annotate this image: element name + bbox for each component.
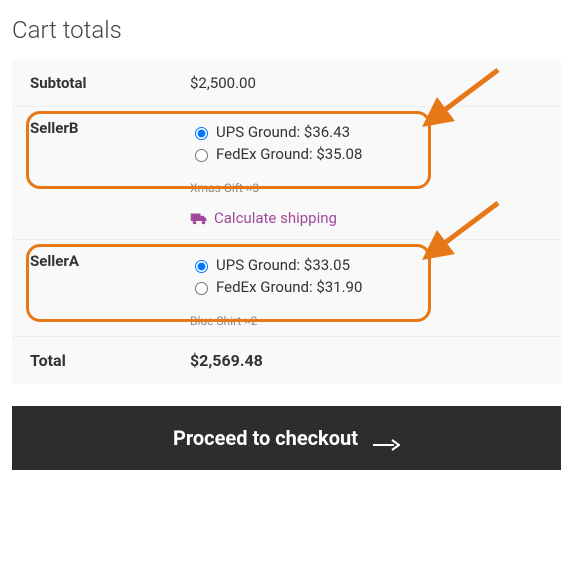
seller-b-block: SellerB UPS Ground: $36.43 FedEx Ground:… [12,107,561,240]
total-value: $2,569.48 [190,351,543,370]
items-note: Xmas Gift ×3 [190,181,543,195]
checkout-label: Proceed to checkout [173,426,358,450]
shipping-radio[interactable] [195,149,208,162]
total-label: Total [30,351,190,370]
calculate-shipping-link[interactable]: Calculate shipping [190,209,543,227]
shipping-option-label: FedEx Ground: $35.08 [216,145,362,163]
shipping-option[interactable]: UPS Ground: $33.05 [190,256,543,274]
subtotal-label: Subtotal [30,74,190,92]
arrow-right-icon [372,432,400,444]
items-note: Blue Shirt ×2 [190,314,543,328]
shipping-option[interactable]: FedEx Ground: $31.90 [190,278,543,296]
shipping-option[interactable]: UPS Ground: $36.43 [190,123,543,141]
calc-link-text: Calculate shipping [214,209,337,227]
shipping-radio[interactable] [195,260,208,273]
cart-totals-table: Subtotal $2,500.00 SellerB UPS Ground: $… [12,60,561,384]
seller-a-block: SellerA UPS Ground: $33.05 FedEx Ground:… [12,240,561,337]
shipping-option[interactable]: FedEx Ground: $35.08 [190,145,543,163]
subtotal-row: Subtotal $2,500.00 [12,60,561,107]
seller-name: SellerB [30,119,190,167]
page-title: Cart totals [12,16,561,44]
truck-icon [190,211,208,225]
shipping-option-label: UPS Ground: $33.05 [216,256,350,274]
shipping-option-label: UPS Ground: $36.43 [216,123,350,141]
total-row: Total $2,569.48 [12,337,561,384]
shipping-option-label: FedEx Ground: $31.90 [216,278,362,296]
shipping-radio[interactable] [195,282,208,295]
subtotal-value: $2,500.00 [190,74,543,92]
shipping-options: UPS Ground: $36.43 FedEx Ground: $35.08 [190,119,543,167]
shipping-radio[interactable] [195,127,208,140]
proceed-to-checkout-button[interactable]: Proceed to checkout [12,406,561,470]
seller-name: SellerA [30,252,190,300]
shipping-options: UPS Ground: $33.05 FedEx Ground: $31.90 [190,252,543,300]
